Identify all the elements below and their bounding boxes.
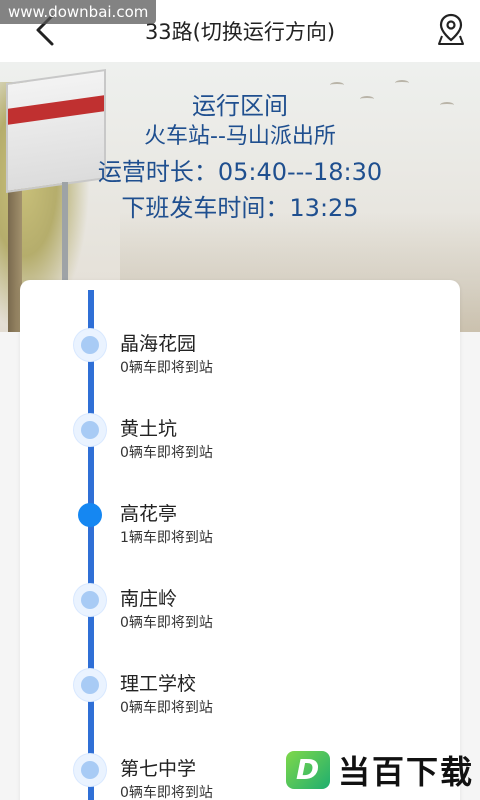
station-arrival-status: 0辆车即将到站 <box>120 360 213 376</box>
station-dot-icon <box>74 329 106 361</box>
station-name: 黄土坑 <box>120 418 178 440</box>
station-arrival-status: 0辆车即将到站 <box>120 700 213 716</box>
station-dot-icon <box>74 669 106 701</box>
station-name: 晶海花园 <box>120 333 197 355</box>
station-arrival-status: 1辆车即将到站 <box>120 530 213 546</box>
route-section-label: 运行区间 <box>192 92 288 120</box>
brand-logo: D <box>285 751 330 789</box>
station-row[interactable]: 黄土坑 0辆车即将到站 <box>0 390 480 470</box>
station-row[interactable]: 高花亭 1辆车即将到站 <box>0 475 480 555</box>
station-arrival-status: 0辆车即将到站 <box>120 785 213 800</box>
station-row[interactable]: 晶海花园 0辆车即将到站 <box>0 305 480 385</box>
station-dot-icon <box>74 414 106 446</box>
station-name: 高花亭 <box>120 503 178 525</box>
operating-hours: 运营时长：05:40---18:30 <box>97 158 383 186</box>
site-watermark: www.downbai.com <box>0 0 157 24</box>
route-section-value: 火车站--马山派出所 <box>144 124 336 149</box>
station-row[interactable]: 理工学校 0辆车即将到站 <box>0 645 480 725</box>
station-dot-icon <box>74 754 106 786</box>
station-arrival-status: 0辆车即将到站 <box>120 615 213 631</box>
top-bar: 33路(切换运行方向) www.downbai.com <box>0 0 480 62</box>
station-arrival-status: 0辆车即将到站 <box>120 445 213 461</box>
brand-logo-letter: D <box>295 753 320 786</box>
station-name: 南庄岭 <box>120 588 178 610</box>
location-button[interactable] <box>436 12 466 46</box>
page: 33路(切换运行方向) www.downbai.com 运行区间 火车站--马山… <box>0 0 480 800</box>
station-row[interactable]: 南庄岭 0辆车即将到站 <box>0 560 480 640</box>
brand-watermark: D 当百下载 <box>285 748 474 792</box>
station-name: 第七中学 <box>120 758 197 780</box>
next-departure-time: 下班发车时间：13:25 <box>121 194 359 222</box>
bus-arriving-dot-icon <box>74 499 106 531</box>
station-dot-icon <box>74 584 106 616</box>
brand-name: 当百下载 <box>337 753 474 791</box>
station-name: 理工学校 <box>120 673 197 695</box>
location-pin-icon <box>438 13 464 45</box>
